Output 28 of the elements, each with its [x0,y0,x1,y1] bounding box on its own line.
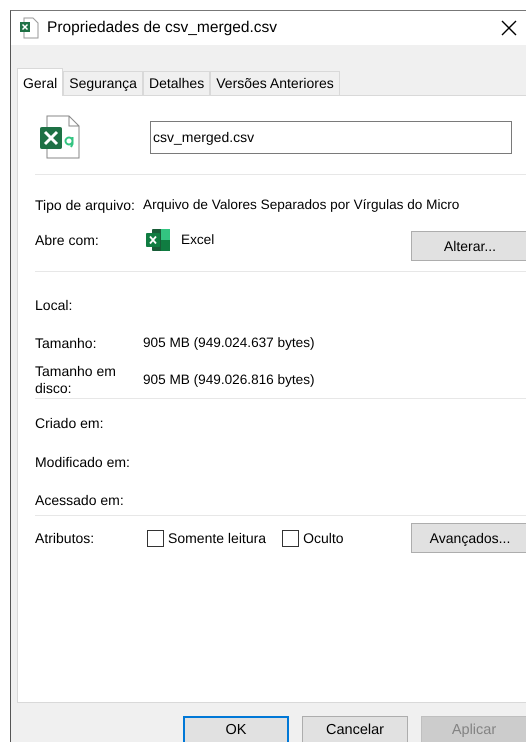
app-name: Excel [181,230,214,249]
file-name-field[interactable]: csv_merged.csv [150,120,512,154]
spreadsheet-app-icon [146,228,171,252]
spreadsheet-file-icon [19,17,39,39]
field-label: Criado em: [35,414,104,432]
window-title: Propriedades de csv_merged.csv [47,18,278,38]
dialog-button[interactable]: Cancelar [302,716,408,742]
field-label: Modificado em: [35,454,131,470]
field-value: 905 MB (949.024.637 bytes) [143,334,315,352]
advanced-button[interactable]: Avançados... [411,523,526,553]
field-label: Tipo de arquivo: [35,196,136,214]
field-value: Arquivo de Valores Separados por Vírgulas do Micro [143,196,460,214]
field-label: Local: [35,296,74,314]
field-label: Tamanho em disco: [35,363,117,397]
field-label: Tamanho: [35,334,98,352]
tab[interactable]: Versões Anteriores [210,71,340,95]
checkbox[interactable]: Somente leitura [147,528,266,548]
tab[interactable]: Segurança [63,71,143,95]
tab[interactable]: Detalhes [142,71,210,95]
field-value: 905 MB (949.026.816 bytes) [143,370,315,389]
checkbox[interactable]: Oculto [282,528,344,548]
field-label: Acessado em: [35,492,125,508]
change-button[interactable]: Alterar... [411,231,526,261]
dialog-button[interactable]: OK [183,716,289,742]
spreadsheet-file-icon [39,115,81,159]
tab[interactable]: Geral [17,68,64,96]
field-label: Abre com: [35,232,100,248]
field-label: Atributos: [35,530,96,546]
